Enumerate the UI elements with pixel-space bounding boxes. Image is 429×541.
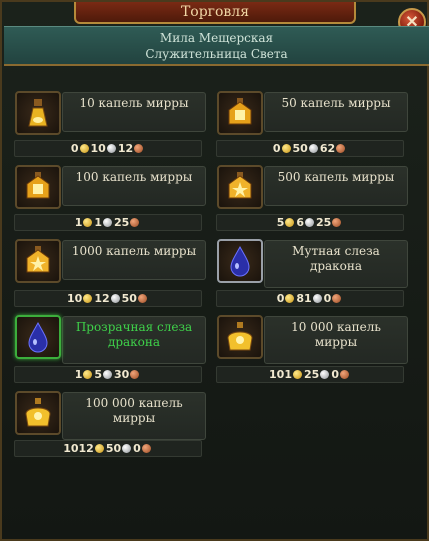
price-gold: 1 xyxy=(74,216,83,229)
price-bar: 10 12 50 xyxy=(14,290,202,307)
price-copper: 12 xyxy=(117,142,134,155)
silver-coin-icon xyxy=(305,218,314,227)
golden-vessel-icon xyxy=(15,391,61,435)
price-bar: 0 50 62 xyxy=(216,140,404,157)
price-copper: 0 xyxy=(331,368,339,381)
golden-vessel-icon xyxy=(217,315,263,359)
gold-coin-icon xyxy=(79,144,89,153)
gold-coin-icon xyxy=(94,444,104,453)
price-bar: 1 5 30 xyxy=(14,366,202,383)
price-gold: 5 xyxy=(276,216,285,229)
price-gold: 0 xyxy=(272,142,281,155)
silver-coin-icon xyxy=(122,444,132,453)
gold-coin-icon xyxy=(293,370,302,379)
gold-coin-icon xyxy=(281,144,291,153)
lantern-flask-icon xyxy=(217,91,263,135)
price-copper: 50 xyxy=(121,292,137,305)
price-gold: 1012 xyxy=(63,442,94,455)
price-silver: 6 xyxy=(296,216,304,229)
price-copper: 0 xyxy=(323,292,332,305)
copper-coin-icon xyxy=(130,370,140,379)
price-bar: 1 1 25 xyxy=(14,214,202,231)
item-card[interactable]: 100 000 капель мирры xyxy=(15,391,206,440)
lantern-flask-icon xyxy=(15,165,61,209)
gold-coin-icon xyxy=(83,370,93,379)
copper-coin-icon xyxy=(130,218,140,227)
item-card[interactable]: Прозрачная слеза дракона xyxy=(15,315,206,364)
price-copper: 62 xyxy=(319,142,336,155)
price-gold: 0 xyxy=(276,292,285,305)
price-bar: 1012 50 0 xyxy=(14,440,202,457)
trade-window: Торговля ✕ Мила Мещерская Служительница … xyxy=(0,0,429,541)
gold-coin-icon xyxy=(285,218,295,227)
price-silver: 50 xyxy=(105,442,122,455)
item-name: Мутная слеза дракона xyxy=(292,244,380,273)
price-silver: 1 xyxy=(94,216,102,229)
silver-coin-icon xyxy=(320,370,330,379)
silver-coin-icon xyxy=(312,294,322,303)
item-card[interactable]: 1000 капель мирры xyxy=(15,239,206,283)
item-card[interactable]: Мутная слеза дракона xyxy=(217,239,408,288)
item-name: 10 капель мирры xyxy=(79,96,189,110)
silver-coin-icon xyxy=(308,144,318,153)
copper-coin-icon xyxy=(134,144,144,153)
item-name: 50 капель мирры xyxy=(281,96,391,110)
price-copper: 25 xyxy=(316,216,332,229)
price-silver: 50 xyxy=(292,142,308,155)
item-name: 500 капель мирры xyxy=(277,170,395,184)
star-flask-icon xyxy=(217,165,263,209)
item-card[interactable]: 50 капель мирры xyxy=(217,91,408,135)
copper-coin-icon xyxy=(332,218,342,227)
dragon-tear-icon xyxy=(15,315,61,359)
copper-coin-icon xyxy=(137,294,147,303)
price-copper: 0 xyxy=(133,442,141,455)
price-gold: 10 xyxy=(67,292,83,305)
npc-name: Мила Мещерская xyxy=(159,31,274,45)
gold-coin-icon xyxy=(83,294,93,303)
item-name: 100 000 капель мирры xyxy=(85,396,183,425)
price-silver: 10 xyxy=(90,142,106,155)
price-silver: 25 xyxy=(304,368,320,381)
copper-coin-icon xyxy=(339,370,349,379)
silver-coin-icon xyxy=(106,144,116,153)
item-card[interactable]: 100 капель мирры xyxy=(15,165,206,209)
item-name: 10 000 капель мирры xyxy=(291,320,381,349)
price-gold: 1 xyxy=(74,368,83,381)
price-silver: 81 xyxy=(296,292,312,305)
item-card[interactable]: 500 капель мирры xyxy=(217,165,408,209)
star-flask-icon xyxy=(15,239,61,283)
price-copper: 30 xyxy=(114,368,130,381)
price-bar: 5 6 25 xyxy=(216,214,404,231)
potion-flask-icon xyxy=(15,91,61,135)
silver-coin-icon xyxy=(103,218,112,227)
price-silver: 12 xyxy=(94,292,110,305)
npc-header: Мила Мещерская Служительница Света xyxy=(4,26,429,66)
gold-coin-icon xyxy=(83,218,93,227)
item-card[interactable]: 10 000 капель мирры xyxy=(217,315,408,364)
price-bar: 0 10 12 xyxy=(14,140,202,157)
price-gold: 0 xyxy=(70,142,79,155)
gold-coin-icon xyxy=(285,294,295,303)
item-name: 100 капель мирры xyxy=(75,170,193,184)
silver-coin-icon xyxy=(110,294,120,303)
item-name: Прозрачная слеза дракона xyxy=(75,320,193,349)
silver-coin-icon xyxy=(103,370,112,379)
price-silver: 5 xyxy=(94,368,102,381)
price-bar: 101 25 0 xyxy=(216,366,404,383)
dragon-tear-icon xyxy=(217,239,263,283)
window-title: Торговля xyxy=(74,2,356,24)
copper-coin-icon xyxy=(332,294,342,303)
npc-role: Служительница Света xyxy=(145,47,288,61)
price-copper: 25 xyxy=(114,216,130,229)
item-name: 1000 капель мирры xyxy=(71,244,197,258)
price-bar: 0 81 0 xyxy=(216,290,404,307)
copper-coin-icon xyxy=(141,444,151,453)
price-gold: 101 xyxy=(269,368,292,381)
copper-coin-icon xyxy=(336,144,346,153)
item-card[interactable]: 10 капель мирры xyxy=(15,91,206,135)
